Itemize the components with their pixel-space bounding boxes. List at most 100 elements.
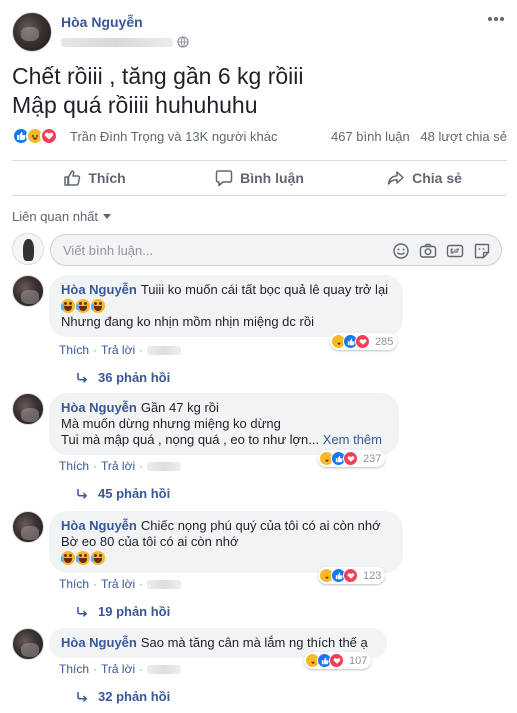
composer-icons [392, 242, 491, 260]
shares-count[interactable]: 48 lượt chia sẻ [420, 129, 507, 144]
comments-count[interactable]: 467 bình luận [331, 129, 410, 144]
comment-reaction-count: 237 [363, 452, 382, 465]
reaction-icons[interactable] [12, 127, 58, 145]
view-replies-link[interactable]: 32 phản hồi [76, 689, 170, 704]
comment-timestamp-blurred[interactable] [147, 579, 182, 589]
more-horizontal-icon[interactable] [485, 12, 507, 26]
thumbs-up-icon [64, 170, 81, 186]
crying-emoji-row [61, 551, 391, 565]
reply-arrow-icon [77, 488, 88, 499]
post-author[interactable]: Hòa Nguyễn [61, 14, 143, 30]
comment-sort-label: Liên quan nhất [12, 209, 99, 224]
comment-reply-link[interactable]: Trả lời [101, 577, 135, 591]
comment-text: Tui mà mập quá , nọng quá , eo to như lợ… [61, 432, 320, 447]
sticker-icon[interactable] [473, 242, 491, 260]
comment-icon [215, 170, 233, 187]
post-counts: 467 bình luận 48 lượt chia sẻ [324, 129, 507, 144]
comment-timestamp-blurred[interactable] [147, 664, 182, 674]
comment-reactions[interactable]: 285 [330, 333, 398, 350]
camera-icon[interactable] [419, 242, 437, 260]
crying-emoji-icon [76, 551, 90, 565]
view-replies-link[interactable]: 36 phản hồi [76, 370, 170, 385]
comment-like-link[interactable]: Thích [59, 343, 89, 357]
comment-like-link[interactable]: Thích [59, 662, 89, 676]
reply-arrow-icon [77, 372, 88, 383]
crying-emoji-icon [61, 299, 75, 313]
caret-down-icon [103, 214, 112, 219]
comment-author[interactable]: Hòa Nguyễn [61, 282, 137, 297]
post-stats: Trần Đình Trọng và 13K người khác 467 bì… [12, 126, 507, 148]
comment-bubble: Hòa Nguyễn Tuiii ko muốn cái tất bọc quả … [49, 275, 403, 337]
post-text-line: Mập quá rồiiii huhuhuhu [12, 92, 258, 118]
crying-emoji-icon [91, 551, 105, 565]
love-reaction-icon [343, 451, 358, 466]
comment-reactions[interactable]: 237 [318, 450, 386, 467]
post-action-bar: Thích Bình luận Chia sẻ [12, 160, 507, 196]
globe-icon [177, 36, 189, 48]
like-button[interactable]: Thích [12, 161, 177, 195]
comment-author[interactable]: Hòa Nguyễn [61, 518, 137, 533]
viewer-avatar [12, 233, 44, 265]
comment-bubble: Hòa Nguyễn Gần 47 kg rồi Mà muốn dừng như… [49, 393, 399, 455]
comment-composer: Viết bình luận... [12, 233, 502, 267]
comment-sort-dropdown[interactable]: Liên quan nhất [12, 209, 112, 224]
commenter-avatar[interactable] [12, 275, 44, 307]
comment-input[interactable]: Viết bình luận... [50, 234, 502, 266]
emoji-icon[interactable] [392, 242, 410, 260]
crying-emoji-row [61, 299, 391, 313]
commenter-avatar[interactable] [12, 628, 44, 660]
commenter-avatar[interactable] [12, 511, 44, 543]
reply-arrow-icon [77, 606, 88, 617]
post-text-line: Chết rồiii , tăng gần 6 kg rồiii [12, 63, 304, 89]
post-timestamp-blurred[interactable] [61, 37, 173, 47]
comment-timestamp-blurred[interactable] [147, 461, 182, 471]
share-button[interactable]: Chia sẻ [342, 161, 507, 195]
reply-arrow-icon [77, 691, 88, 702]
comment-actions: Thích · Trả lời · [59, 343, 182, 357]
view-replies-link[interactable]: 19 phản hồi [76, 604, 170, 619]
comment-timestamp-blurred[interactable] [147, 345, 182, 355]
crying-emoji-icon [76, 299, 90, 313]
comment-text: Sao mà tăng cân mà lắm ng thích thế ạ [140, 635, 368, 650]
comment-reply-link[interactable]: Trả lời [101, 343, 135, 357]
comment-reply-link[interactable]: Trả lời [101, 459, 135, 473]
comment-like-link[interactable]: Thích [59, 577, 89, 591]
share-button-label: Chia sẻ [412, 170, 462, 186]
comment-reactions[interactable]: 107 [304, 652, 372, 669]
love-reaction-icon [343, 568, 358, 583]
replies-count: 45 phản hồi [98, 486, 171, 501]
comment-bubble: Hòa Nguyễn Chiếc nọng phú quý của tôi có … [49, 511, 403, 573]
comment-actions: Thích · Trả lời · [59, 577, 182, 591]
post-header: Hòa Nguyễn [12, 12, 507, 56]
comment-author[interactable]: Hòa Nguyễn [61, 400, 137, 415]
like-button-label: Thích [88, 170, 126, 186]
comment-reaction-count: 285 [375, 335, 394, 348]
comment-reactions[interactable]: 123 [318, 567, 386, 584]
view-replies-link[interactable]: 45 phản hồi [76, 486, 170, 501]
post-meta [61, 36, 189, 48]
comment-reaction-count: 107 [349, 654, 368, 667]
comment-button[interactable]: Bình luận [177, 161, 342, 195]
love-reaction-icon [355, 334, 370, 349]
comment-text: Chiếc nọng phú quý của tôi có ai còn nhớ [140, 518, 381, 533]
gif-icon[interactable] [446, 242, 464, 260]
commenter-avatar[interactable] [12, 393, 44, 425]
crying-emoji-icon [91, 299, 105, 313]
comment-text: Gần 47 kg rồi [140, 400, 219, 415]
comment-text: Mà muốn dừng nhưng miệng ko dừng [61, 416, 281, 431]
comment-input-placeholder: Viết bình luận... [63, 243, 154, 258]
post-text: Chết rồiii , tăng gần 6 kg rồiii Mập quá… [12, 62, 304, 120]
comment-actions: Thích · Trả lời · [59, 662, 182, 676]
comment-text: Nhưng đang ko nhịn mồm nhịn miệng dc rồi [61, 314, 314, 329]
comment-author[interactable]: Hòa Nguyễn [61, 635, 137, 650]
see-more-link[interactable]: Xem thêm [323, 432, 382, 447]
replies-count: 19 phản hồi [98, 604, 171, 619]
replies-count: 32 phản hồi [98, 689, 171, 704]
love-reaction-icon [40, 127, 58, 145]
comment-text: Bờ eo 80 của tôi có ai còn nhớ [61, 534, 239, 549]
comment-like-link[interactable]: Thích [59, 459, 89, 473]
comment-reply-link[interactable]: Trả lời [101, 662, 135, 676]
author-avatar[interactable] [12, 12, 52, 52]
reactions-summary[interactable]: Trần Đình Trọng và 13K người khác [70, 129, 278, 144]
share-icon [387, 171, 404, 185]
